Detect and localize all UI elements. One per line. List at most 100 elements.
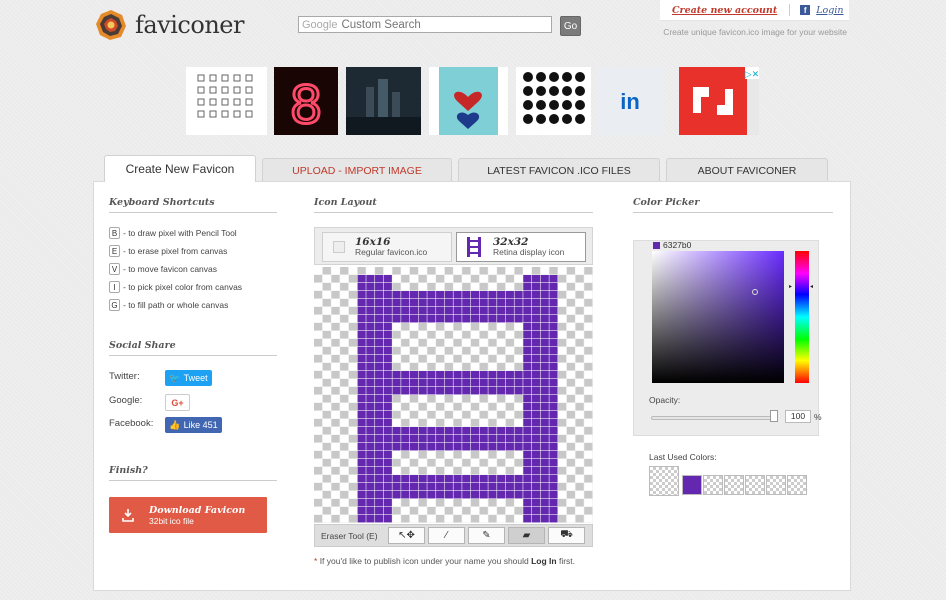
- pixel-cell[interactable]: [505, 451, 514, 459]
- pixel-cell[interactable]: [436, 339, 445, 347]
- pixel-cell[interactable]: [549, 331, 558, 339]
- pixel-cell[interactable]: [558, 411, 567, 419]
- pixel-cell[interactable]: [418, 395, 427, 403]
- pixel-cell[interactable]: [348, 323, 357, 331]
- pixel-cell[interactable]: [322, 339, 331, 347]
- pixel-cell[interactable]: [418, 451, 427, 459]
- pixel-cell[interactable]: [444, 403, 453, 411]
- pixel-cell[interactable]: [444, 435, 453, 443]
- pixel-cell[interactable]: [331, 427, 340, 435]
- pixel-cell[interactable]: [479, 371, 488, 379]
- pixel-cell[interactable]: [462, 315, 471, 323]
- pixel-cell[interactable]: [488, 459, 497, 467]
- pixel-cell[interactable]: [549, 395, 558, 403]
- pixel-cell[interactable]: [427, 371, 436, 379]
- pixel-cell[interactable]: [383, 379, 392, 387]
- pixel-cell[interactable]: [584, 515, 593, 523]
- pixel-cell[interactable]: [470, 451, 480, 459]
- pixel-cell[interactable]: [566, 403, 575, 411]
- pixel-cell[interactable]: [566, 483, 575, 491]
- pixel-cell[interactable]: [427, 395, 436, 403]
- pixel-cell[interactable]: [540, 355, 549, 363]
- pixel-cell[interactable]: [540, 427, 549, 435]
- pixel-cell[interactable]: [401, 395, 410, 403]
- pixel-cell[interactable]: [392, 371, 401, 379]
- pixel-cell[interactable]: [314, 363, 323, 371]
- pixel-cell[interactable]: [392, 435, 401, 443]
- pixel-cell[interactable]: [575, 379, 584, 387]
- pixel-cell[interactable]: [497, 267, 506, 275]
- pixel-cell[interactable]: [409, 331, 419, 339]
- pixel-cell[interactable]: [497, 459, 506, 467]
- pixel-cell[interactable]: [505, 459, 514, 467]
- pixel-cell[interactable]: [314, 387, 323, 395]
- pixel-cell[interactable]: [366, 443, 375, 451]
- pixel-cell[interactable]: [531, 267, 541, 275]
- pixel-cell[interactable]: [427, 491, 436, 499]
- pixel-cell[interactable]: [462, 275, 471, 283]
- pixel-cell[interactable]: [348, 315, 357, 323]
- pixel-cell[interactable]: [488, 475, 497, 483]
- pixel-cell[interactable]: [497, 483, 506, 491]
- pixel-cell[interactable]: [549, 283, 558, 291]
- pixel-cell[interactable]: [436, 307, 445, 315]
- pixel-cell[interactable]: [331, 299, 340, 307]
- pixel-cell[interactable]: [375, 363, 384, 371]
- pixel-cell[interactable]: [584, 499, 593, 507]
- pixel-cell[interactable]: [366, 483, 375, 491]
- pixel-cell[interactable]: [505, 507, 514, 515]
- pixel-cell[interactable]: [514, 331, 523, 339]
- pixel-cell[interactable]: [514, 347, 523, 355]
- pixel-cell[interactable]: [523, 323, 532, 331]
- pixel-cell[interactable]: [348, 443, 357, 451]
- pixel-cell[interactable]: [357, 363, 366, 371]
- pixel-cell[interactable]: [375, 267, 384, 275]
- pixel-cell[interactable]: [479, 355, 488, 363]
- last-used-color-0[interactable]: [649, 466, 679, 496]
- pixel-cell[interactable]: [470, 419, 480, 427]
- pixel-cell[interactable]: [453, 387, 462, 395]
- pixel-cell[interactable]: [340, 515, 349, 523]
- pixel-cell[interactable]: [314, 339, 323, 347]
- pixel-cell[interactable]: [470, 371, 480, 379]
- pixel-cell[interactable]: [497, 435, 506, 443]
- pixel-cell[interactable]: [575, 419, 584, 427]
- pixel-cell[interactable]: [453, 411, 462, 419]
- pixel-cell[interactable]: [531, 315, 541, 323]
- pixel-cell[interactable]: [453, 395, 462, 403]
- pixel-cell[interactable]: [488, 491, 497, 499]
- pixel-cell[interactable]: [392, 515, 401, 523]
- pixel-cell[interactable]: [531, 467, 541, 475]
- opacity-slider[interactable]: [651, 416, 777, 420]
- pixel-cell[interactable]: [392, 483, 401, 491]
- pixel-cell[interactable]: [462, 451, 471, 459]
- pixel-cell[interactable]: [523, 283, 532, 291]
- pixel-cell[interactable]: [558, 499, 567, 507]
- pixel-cell[interactable]: [375, 459, 384, 467]
- pixel-cell[interactable]: [575, 451, 584, 459]
- pixel-cell[interactable]: [392, 291, 401, 299]
- pixel-cell[interactable]: [348, 427, 357, 435]
- pixel-cell[interactable]: [540, 467, 549, 475]
- pixel-cell[interactable]: [540, 371, 549, 379]
- pixel-cell[interactable]: [314, 347, 323, 355]
- pixel-cell[interactable]: [505, 419, 514, 427]
- pixel-cell[interactable]: [488, 355, 497, 363]
- pixel-cell[interactable]: [409, 507, 419, 515]
- pixel-cell[interactable]: [479, 299, 488, 307]
- pixel-cell[interactable]: [540, 475, 549, 483]
- pixel-cell[interactable]: [366, 323, 375, 331]
- pixel-cell[interactable]: [497, 323, 506, 331]
- pixel-cell[interactable]: [340, 443, 349, 451]
- pixel-cell[interactable]: [392, 387, 401, 395]
- pixel-cell[interactable]: [314, 443, 323, 451]
- pixel-cell[interactable]: [575, 347, 584, 355]
- pixel-cell[interactable]: [383, 499, 392, 507]
- pixel-cell[interactable]: [427, 347, 436, 355]
- pixel-cell[interactable]: [462, 427, 471, 435]
- pixel-cell[interactable]: [584, 491, 593, 499]
- pixel-cell[interactable]: [314, 499, 323, 507]
- pixel-cell[interactable]: [558, 427, 567, 435]
- pixel-cell[interactable]: [497, 331, 506, 339]
- pixel-cell[interactable]: [488, 339, 497, 347]
